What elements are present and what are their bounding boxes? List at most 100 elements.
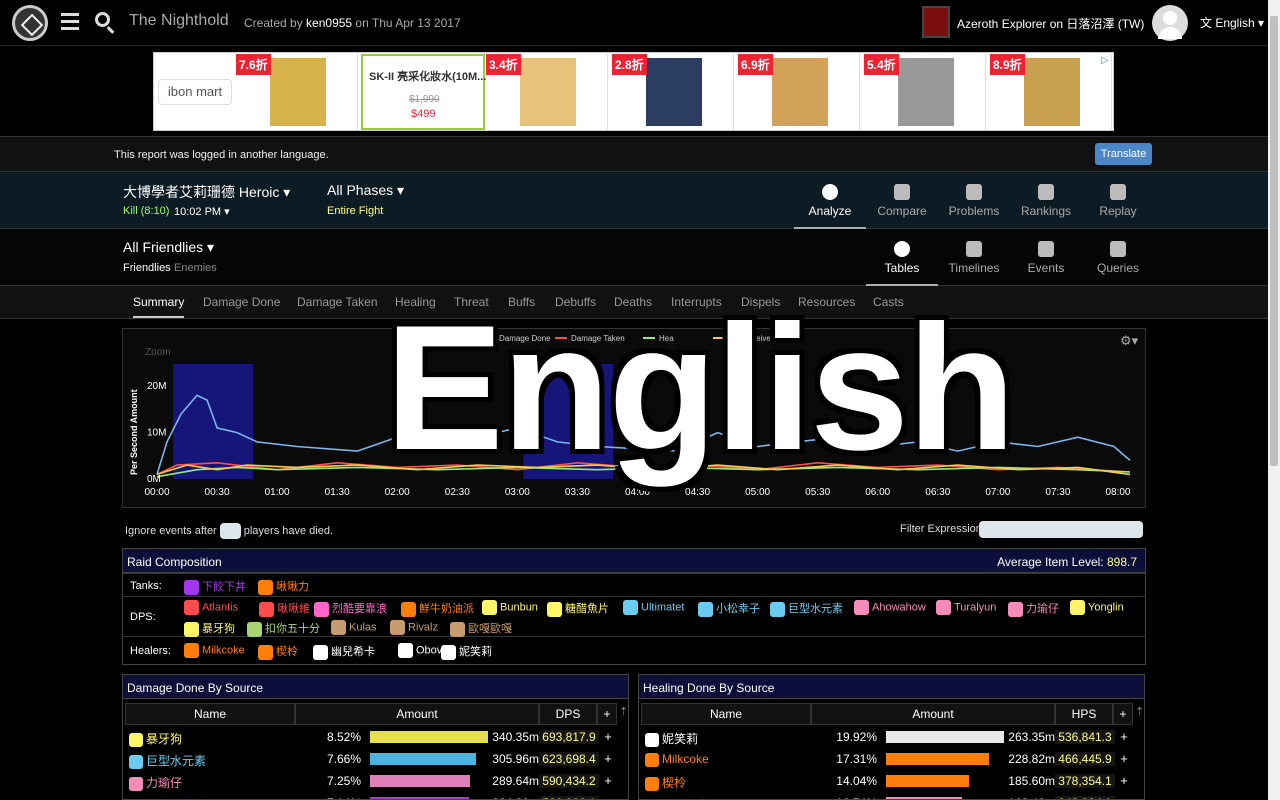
row-name[interactable]: Milkcoke — [645, 752, 709, 767]
summary-graph[interactable]: Damage Done Damage Taken Hea ing Received 20… — [122, 328, 1146, 508]
player-dps[interactable]: Kulas — [331, 620, 377, 635]
ad-product-4[interactable]: 6.9折 — [738, 54, 860, 130]
player-dps[interactable]: Ahowahow — [854, 600, 926, 615]
scrollbar-thumb[interactable] — [1270, 16, 1278, 466]
player-dps[interactable]: 力瑜仔 — [1008, 600, 1059, 617]
phase-selector[interactable]: All Phases ▾ — [327, 182, 404, 199]
tab-damage-taken[interactable]: Damage Taken — [297, 295, 378, 309]
player-dps[interactable]: Bunbun — [482, 600, 538, 615]
row-expand-button[interactable]: + — [599, 751, 617, 766]
healing_table-scroll-up-icon[interactable]: ⇡ — [1135, 705, 1144, 718]
row-name[interactable]: 幽兒希卡 — [645, 796, 710, 799]
created-user-link[interactable]: ken0955 — [306, 16, 352, 30]
player-dps[interactable]: Rivalz — [390, 620, 438, 635]
language-selector[interactable]: 文 English ▾ — [1200, 14, 1264, 31]
damage_table-col-plus[interactable]: + — [597, 703, 617, 725]
row-name[interactable]: 楔柃 — [645, 774, 686, 791]
row-name[interactable]: 巨型水元素 — [129, 752, 206, 769]
nav-analyze[interactable]: Analyze — [794, 172, 866, 229]
row-expand-button[interactable]: + — [599, 729, 617, 744]
player-dps[interactable]: 啾啾維 — [259, 600, 310, 617]
player-dps[interactable]: 糖醋魚片 — [547, 600, 609, 617]
player-healers[interactable]: Milkcoke — [184, 643, 245, 658]
table-row[interactable]: 巨型水元素 7.66% 305.96m 623,698.4 + — [125, 748, 618, 770]
ad-brand-logo[interactable]: ibon mart — [158, 79, 232, 105]
player-dps[interactable]: Ultimatet — [623, 600, 684, 615]
view-events[interactable]: Events — [1010, 229, 1082, 286]
chart-settings-gear-icon[interactable]: ⚙▾ — [1120, 333, 1138, 349]
row-expand-button[interactable]: + — [1115, 729, 1133, 744]
player-healers[interactable]: 幽兒希卡 — [313, 643, 375, 660]
row-expand-button[interactable]: + — [1115, 751, 1133, 766]
player-dps[interactable]: Atlantis — [184, 600, 238, 615]
tab-healing[interactable]: Healing — [395, 295, 436, 309]
search-icon[interactable] — [95, 12, 110, 27]
row-expand-button[interactable]: + — [1115, 795, 1133, 799]
player-dps[interactable]: 鮮牛奶油派 — [401, 600, 474, 617]
boss-selector[interactable]: 大博學者艾莉珊德 Heroic ▾ — [123, 182, 290, 202]
table-row[interactable]: 烈酷要靠浪 7.14% 284.20m580,000.1+ — [125, 792, 618, 799]
view-queries[interactable]: Queries — [1082, 229, 1154, 286]
menu-icon[interactable] — [61, 13, 79, 30]
healing_table-col-plus[interactable]: + — [1113, 703, 1133, 725]
player-healers[interactable]: Obov — [398, 643, 442, 658]
row-expand-button[interactable]: + — [599, 773, 617, 788]
row-expand-button[interactable]: + — [1115, 773, 1133, 788]
nav-rankings[interactable]: Rankings — [1010, 172, 1082, 229]
player-dps[interactable]: Yonglin — [1070, 600, 1124, 615]
ad-product-6[interactable]: 8.9折 — [990, 54, 1112, 130]
tab-dispels[interactable]: Dispels — [741, 295, 780, 309]
table-row[interactable]: 暴牙狗 8.52% 340.35m 693,817.9 + — [125, 726, 618, 748]
user-avatar-icon[interactable] — [1152, 5, 1188, 41]
tab-damage-done[interactable]: Damage Done — [203, 295, 280, 309]
tab-interrupts[interactable]: Interrupts — [671, 295, 722, 309]
row-name[interactable]: 烈酷要靠浪 — [129, 796, 206, 799]
row-name[interactable]: 力瑜仔 — [129, 774, 182, 791]
row-name[interactable]: 妮笑莉 — [645, 730, 698, 747]
player-dps[interactable]: 小松幸子 — [698, 600, 760, 617]
ad-product-2[interactable]: 3.4折 — [486, 54, 608, 130]
nav-replay[interactable]: Replay — [1082, 172, 1154, 229]
player-dps[interactable]: 歐嘎歐嘎 — [450, 620, 512, 637]
table-row[interactable]: 力瑜仔 7.25% 289.64m 590,434.2 + — [125, 770, 618, 792]
tab-debuffs[interactable]: Debuffs — [555, 295, 596, 309]
ignore-deaths-input[interactable] — [219, 523, 241, 539]
player-healers[interactable]: 楔柃 — [258, 643, 298, 660]
player-tanks[interactable]: 啾啾力 — [258, 578, 309, 595]
site-logo-icon[interactable] — [12, 5, 48, 41]
tab-deaths[interactable]: Deaths — [614, 295, 652, 309]
friendlies-toggle[interactable]: Friendlies — [123, 262, 171, 274]
pull-time-selector[interactable]: 10:02 PM ▾ — [174, 205, 230, 218]
nav-problems[interactable]: Problems — [938, 172, 1010, 229]
damage_table-scroll-up-icon[interactable]: ⇡ — [619, 705, 628, 718]
player-tanks[interactable]: 下餃下丼 — [184, 578, 246, 595]
ad-highlight-product[interactable]: SK-II 亮采化妝水(10M... $1,990 $499 — [361, 54, 486, 130]
row-name[interactable]: 暴牙狗 — [129, 730, 182, 747]
ad-product-5[interactable]: 5.4折 — [864, 54, 986, 130]
player-healers[interactable]: 妮笑莉 — [441, 643, 492, 660]
table-row[interactable]: 楔柃 14.04% 185.60m 378,354.1 + — [641, 770, 1134, 792]
view-timelines[interactable]: Timelines — [938, 229, 1010, 286]
player-dps[interactable]: 暴牙狗 — [184, 620, 235, 637]
nav-compare[interactable]: Compare — [866, 172, 938, 229]
tab-summary[interactable]: Summary — [133, 295, 185, 318]
table-row[interactable]: 幽兒希卡 12.74% 168.43m343,334.1+ — [641, 792, 1134, 799]
summary-graph-svg[interactable]: Damage Done Damage Taken Hea ing Received 20… — [123, 329, 1145, 507]
ad-product-3[interactable]: 2.8折 — [612, 54, 734, 130]
table-row[interactable]: Milkcoke 17.31% 228.82m 466,445.9 + — [641, 748, 1134, 770]
tab-resources[interactable]: Resources — [798, 295, 855, 309]
tab-threat[interactable]: Threat — [454, 295, 489, 309]
player-dps[interactable]: 巨型水元素 — [770, 600, 843, 617]
source-selector[interactable]: All Friendlies ▾ — [123, 239, 214, 256]
tab-casts[interactable]: Casts — [873, 295, 904, 309]
page-scrollbar[interactable] — [1268, 0, 1280, 800]
row-expand-button[interactable]: + — [599, 795, 617, 799]
ad-banner[interactable]: ibon mart SK-II 亮采化妝水(10M... $1,990 $499… — [153, 52, 1114, 131]
player-dps[interactable]: 扣你五十分 — [247, 620, 320, 637]
enemies-toggle[interactable]: Enemies — [174, 262, 217, 274]
ad-product-1[interactable]: 7.6折 — [236, 54, 358, 130]
table-row[interactable]: 妮笑莉 19.92% 263.35m 536,841.3 + — [641, 726, 1134, 748]
translate-button[interactable]: Translate — [1095, 143, 1152, 165]
view-tables[interactable]: Tables — [866, 229, 938, 286]
tab-buffs[interactable]: Buffs — [508, 295, 535, 309]
